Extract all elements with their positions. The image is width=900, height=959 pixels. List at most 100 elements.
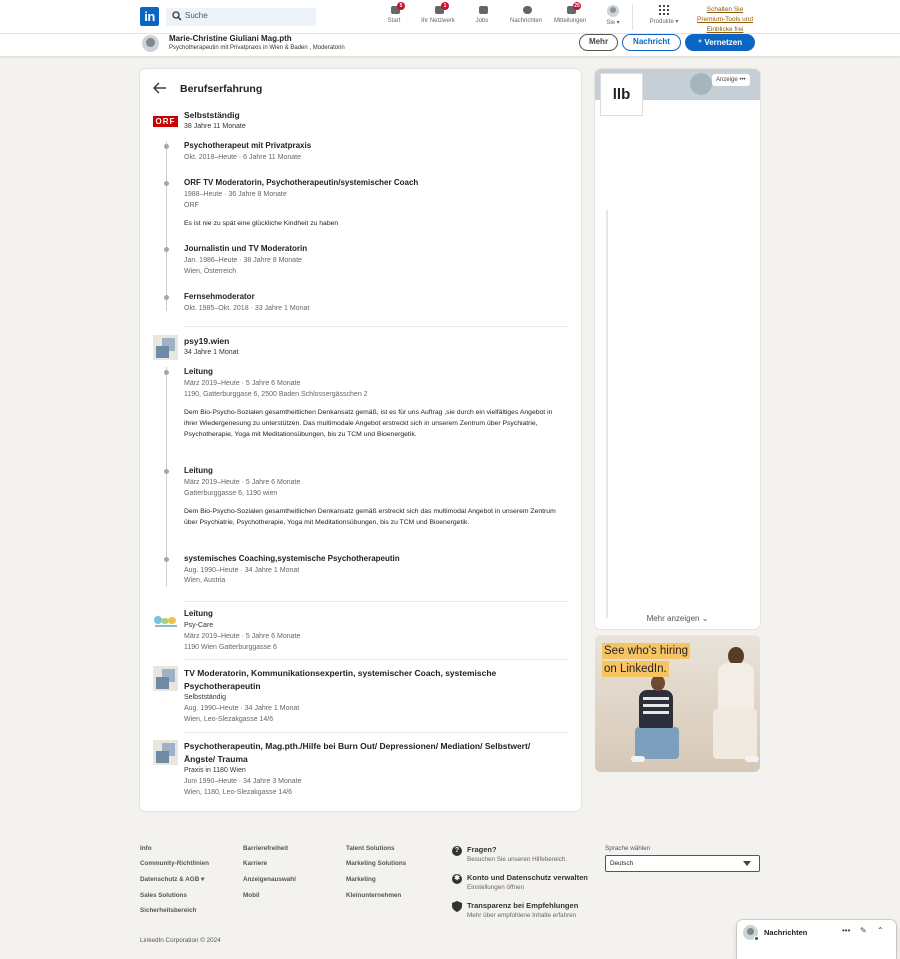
transparency-subtitle[interactable]: Mehr über empfohlene Inhalte erfahren: [467, 912, 576, 919]
nav-home-label: Start: [387, 18, 401, 24]
nav-me-label: Sie ▾: [606, 20, 620, 26]
role-place: ORF: [184, 202, 199, 209]
nav-messaging-label: Nachrichten: [509, 18, 542, 24]
nav-network[interactable]: 1 Ihr Netzwerk: [413, 2, 463, 24]
transparency-title[interactable]: Transparenz bei Empfehlungen: [467, 901, 578, 910]
footer-link[interactable]: Talent Solutions: [346, 845, 395, 852]
profile-name: Marie-Christine Giuliani Mag.pth: [169, 34, 292, 43]
role-dates: März 2019–Heute · 5 Jahre 6 Monate: [184, 380, 301, 387]
timeline-dot: [164, 295, 169, 300]
hiring-headline-1: See who's hiring: [602, 643, 691, 659]
premium-link[interactable]: Schalten Sie Premium-Tools und Einblicke…: [690, 5, 760, 35]
timeline-dot: [164, 181, 169, 186]
role-title[interactable]: Fernsehmoderator: [184, 292, 255, 301]
ellipsis-icon[interactable]: •••: [739, 77, 745, 83]
psy19-logo[interactable]: [153, 335, 178, 360]
connect-button[interactable]: ⁺ Vernetzen: [685, 34, 755, 51]
nav-home[interactable]: 5 Start: [369, 2, 419, 24]
profile-sticky-bar: Marie-Christine Giuliani Mag.pth Psychot…: [0, 34, 900, 56]
sponsored-ad[interactable]: llb Anzeige ••• Mehr anzeigen ⌄: [595, 69, 760, 629]
footer-link[interactable]: Mobil: [243, 892, 259, 899]
ad-label[interactable]: Anzeige •••: [712, 74, 750, 86]
footer-link[interactable]: Datenschutz & AGB ▾: [140, 876, 204, 883]
psycare-logo[interactable]: [153, 609, 178, 634]
role-place: Wien, Österreich: [184, 268, 237, 275]
section-divider: [184, 601, 568, 602]
footer-link[interactable]: Kleinunternehmen: [346, 892, 401, 899]
role-title[interactable]: TV Moderatorin, Kommunikationsexpertin, …: [184, 667, 554, 693]
ad-company-logo[interactable]: llb: [600, 73, 643, 116]
footer-link[interactable]: Community-Richtlinien: [140, 860, 209, 867]
role-title[interactable]: Journalistin und TV Moderatorin: [184, 244, 307, 253]
account-title[interactable]: Konto und Datenschutz verwalten: [467, 873, 588, 882]
section-divider: [184, 326, 568, 327]
messaging-overlay[interactable]: Nachrichten ••• ✎ ⌃: [737, 920, 896, 959]
role-place: 1190 Wien Gatterburggasse 6: [184, 644, 277, 651]
company-name: Psy-Care: [184, 622, 214, 629]
caret-down-icon: [743, 861, 751, 866]
footer-link[interactable]: Anzeigenauswahl: [243, 876, 296, 883]
nav-me[interactable]: Sie ▾: [588, 5, 638, 26]
language-select[interactable]: Deutsch: [605, 855, 760, 872]
nav-products[interactable]: Produkte ▾: [639, 5, 689, 25]
role-title[interactable]: Leitung: [184, 466, 213, 475]
footer-link[interactable]: Sicherheitsbereich: [140, 907, 196, 914]
role-title[interactable]: Leitung: [184, 367, 213, 376]
nav-messaging[interactable]: Nachrichten: [501, 5, 551, 24]
profile-avatar[interactable]: [142, 35, 159, 52]
search-input[interactable]: Suche: [166, 8, 316, 26]
role-description: Dem Bio-Psycho-Sozialen gesamtheitlichen…: [184, 508, 556, 526]
company-name[interactable]: Selbstständig: [184, 110, 240, 120]
role-title[interactable]: Leitung: [184, 609, 213, 618]
ellipsis-icon[interactable]: •••: [842, 926, 850, 935]
show-more-button[interactable]: Mehr anzeigen ⌄: [595, 614, 760, 623]
timeline-line: [166, 141, 167, 311]
language-label: Sprache wählen: [605, 845, 651, 852]
hiring-ad[interactable]: See who's hiring on LinkedIn.: [595, 635, 760, 772]
language-value: Deutsch: [610, 860, 634, 867]
compose-icon[interactable]: ✎: [860, 926, 867, 935]
role-place: Gatterburggasse 6, 1190 wien: [184, 490, 278, 497]
role-dates: Juni 1990–Heute · 34 Jahre 3 Monate: [184, 778, 302, 785]
chevron-up-icon[interactable]: ⌃: [877, 926, 884, 935]
linkedin-logo[interactable]: in: [140, 7, 159, 26]
messaging-icon: [520, 5, 532, 16]
network-badge: 1: [441, 2, 449, 10]
message-button[interactable]: Nachricht: [622, 34, 681, 51]
role-title[interactable]: Psychotherapeutin, Mag.pth./Hilfe bei Bu…: [184, 740, 554, 766]
footer-link[interactable]: Sales Solutions: [140, 892, 187, 899]
gear-icon: ✱: [452, 874, 462, 884]
help-title[interactable]: Fragen?: [467, 845, 497, 854]
person-illustration-body-2: [639, 690, 673, 728]
nav-jobs[interactable]: Jobs: [457, 5, 507, 24]
premium-line-2: Premium-Tools und: [697, 16, 753, 23]
notifications-badge: 25: [573, 2, 581, 10]
company-logo[interactable]: [153, 740, 178, 765]
back-arrow-icon[interactable]: [153, 82, 167, 94]
role-dates: Okt. 1985–Okt. 2018 · 33 Jahre 1 Monat: [184, 305, 310, 312]
role-description: Dem Bio-Psycho-Sozialen gesamtheitlichen…: [184, 409, 553, 438]
role-title[interactable]: systemisches Coaching,systemische Psycho…: [184, 554, 400, 563]
company-logo[interactable]: [153, 666, 178, 691]
person-illustration-legs-2: [635, 727, 679, 759]
company-name[interactable]: psy19.wien: [184, 336, 229, 346]
network-icon: 1: [432, 2, 449, 16]
help-subtitle[interactable]: Besuchen Sie unseren Hilfebereich.: [467, 856, 567, 863]
more-button[interactable]: Mehr: [579, 34, 618, 51]
person-illustration-legs: [713, 709, 757, 759]
footer-link[interactable]: Barrierefreiheit: [243, 845, 288, 852]
home-icon: 5: [388, 2, 405, 16]
nav-notifications-label: Mitteilungen: [553, 18, 587, 24]
role-title[interactable]: Psychotherapeut mit Privatpraxis: [184, 141, 311, 150]
footer-link[interactable]: Karriere: [243, 860, 267, 867]
timeline-dot: [164, 557, 169, 562]
footer-link[interactable]: Marketing: [346, 876, 376, 883]
role-title[interactable]: ORF TV Moderatorin, Psychotherapeutin/sy…: [184, 178, 418, 187]
orf-logo[interactable]: ORF: [153, 109, 178, 134]
account-subtitle[interactable]: Einstellungen öffnen: [467, 884, 524, 891]
experience-card: Berufserfahrung ORF Selbstständig 38 Jah…: [140, 69, 581, 811]
footer-link[interactable]: Info: [140, 845, 152, 852]
footer-link[interactable]: Marketing Solutions: [346, 860, 406, 867]
orf-logo-text: ORF: [153, 116, 178, 127]
top-navigation: in Suche 5 Start 1 Ihr Netzwerk Jobs Nac…: [0, 0, 900, 34]
